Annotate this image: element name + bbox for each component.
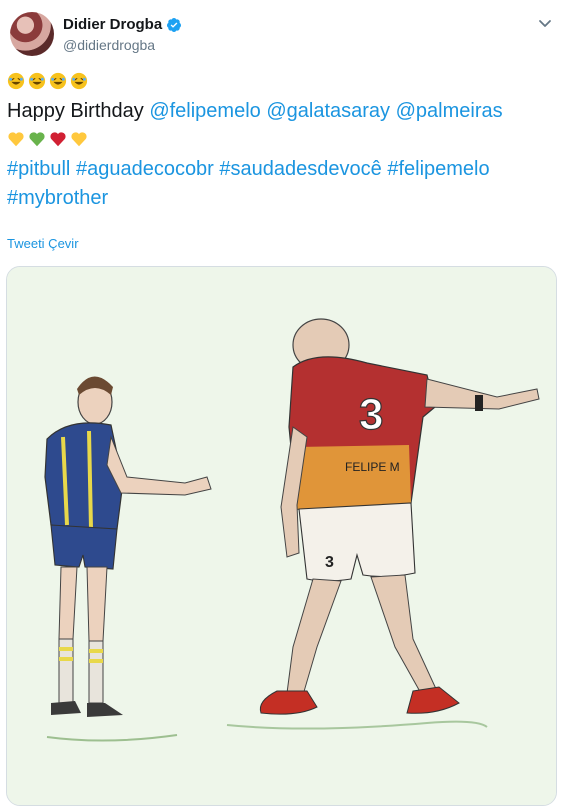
laughing-emoji-icon <box>70 72 88 90</box>
tweet-text: Happy Birthday @felipemelo @galatasaray … <box>7 68 552 213</box>
display-name[interactable]: Didier Drogba <box>63 16 162 33</box>
jersey-number: 3 <box>359 390 383 439</box>
avatar[interactable] <box>10 12 54 56</box>
hearts-line <box>7 126 552 155</box>
hashtags-line: #pitbull #aguadecocobr #saudadesdevocê #… <box>7 155 552 184</box>
yellow-heart-icon <box>71 132 87 147</box>
shorts-number: 3 <box>325 554 334 571</box>
translate-tweet-link[interactable]: Tweeti Çevir <box>7 236 79 251</box>
author-name-row[interactable]: Didier Drogba <box>63 16 182 33</box>
greeting-line: Happy Birthday @felipemelo @galatasaray … <box>7 97 552 126</box>
greeting-text: Happy Birthday <box>7 100 144 122</box>
illustration-image: 3 FELIPE M 3 <box>7 267 556 805</box>
mention-link[interactable]: @felipemelo <box>149 100 260 122</box>
hashtags-line: #mybrother <box>7 184 552 213</box>
hashtag-link[interactable]: #aguadecocobr <box>76 158 214 180</box>
red-heart-icon <box>50 132 66 147</box>
mention-link[interactable]: @galatasaray <box>266 100 390 122</box>
chevron-down-icon[interactable] <box>538 16 552 30</box>
hashtag-link[interactable]: #saudadesdevocê <box>219 158 381 180</box>
yellow-heart-icon <box>8 132 24 147</box>
emoji-line <box>7 68 552 97</box>
hashtag-link[interactable]: #felipemelo <box>387 158 489 180</box>
laughing-emoji-icon <box>7 72 25 90</box>
user-handle[interactable]: @didierdrogba <box>63 37 155 53</box>
laughing-emoji-icon <box>49 72 67 90</box>
verified-badge-icon <box>167 17 182 32</box>
mention-link[interactable]: @palmeiras <box>396 100 503 122</box>
hashtag-link[interactable]: #pitbull <box>7 158 70 180</box>
hashtag-link[interactable]: #mybrother <box>7 187 108 209</box>
tweet-image[interactable]: 3 FELIPE M 3 <box>6 266 557 806</box>
green-heart-icon <box>29 132 45 147</box>
laughing-emoji-icon <box>28 72 46 90</box>
jersey-name: FELIPE M <box>345 460 400 474</box>
